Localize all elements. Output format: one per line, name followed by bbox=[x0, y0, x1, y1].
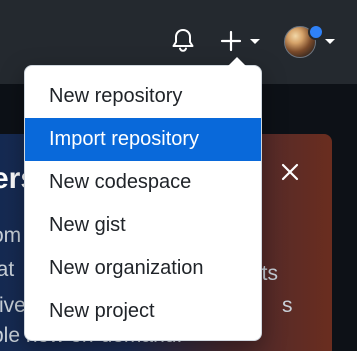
menu-item-new-codespace[interactable]: New codespace bbox=[25, 161, 261, 204]
close-icon[interactable] bbox=[280, 162, 300, 182]
create-new-dropdown: New repository Import repository New cod… bbox=[24, 57, 262, 341]
menu-item-new-project[interactable]: New project bbox=[25, 290, 261, 333]
plus-icon bbox=[220, 30, 242, 52]
menu-item-new-gist[interactable]: New gist bbox=[25, 204, 261, 247]
banner-line: rive bbox=[0, 294, 26, 317]
menu-item-new-repository[interactable]: New repository bbox=[25, 75, 261, 118]
notification-dot bbox=[308, 24, 324, 40]
menu-item-new-organization[interactable]: New organization bbox=[25, 247, 261, 290]
dropdown-list: New repository Import repository New cod… bbox=[25, 75, 261, 333]
dropdown-caret bbox=[228, 57, 246, 66]
banner-line: om bbox=[0, 224, 22, 247]
user-menu-button[interactable] bbox=[284, 24, 354, 60]
banner-line: lat bbox=[0, 258, 15, 281]
create-new-button[interactable] bbox=[218, 28, 264, 54]
bell-icon[interactable] bbox=[169, 26, 197, 54]
banner-line: s bbox=[282, 294, 293, 317]
chevron-down-icon bbox=[250, 39, 260, 44]
chevron-down-icon bbox=[325, 39, 335, 44]
menu-item-import-repository[interactable]: Import repository bbox=[25, 118, 261, 161]
